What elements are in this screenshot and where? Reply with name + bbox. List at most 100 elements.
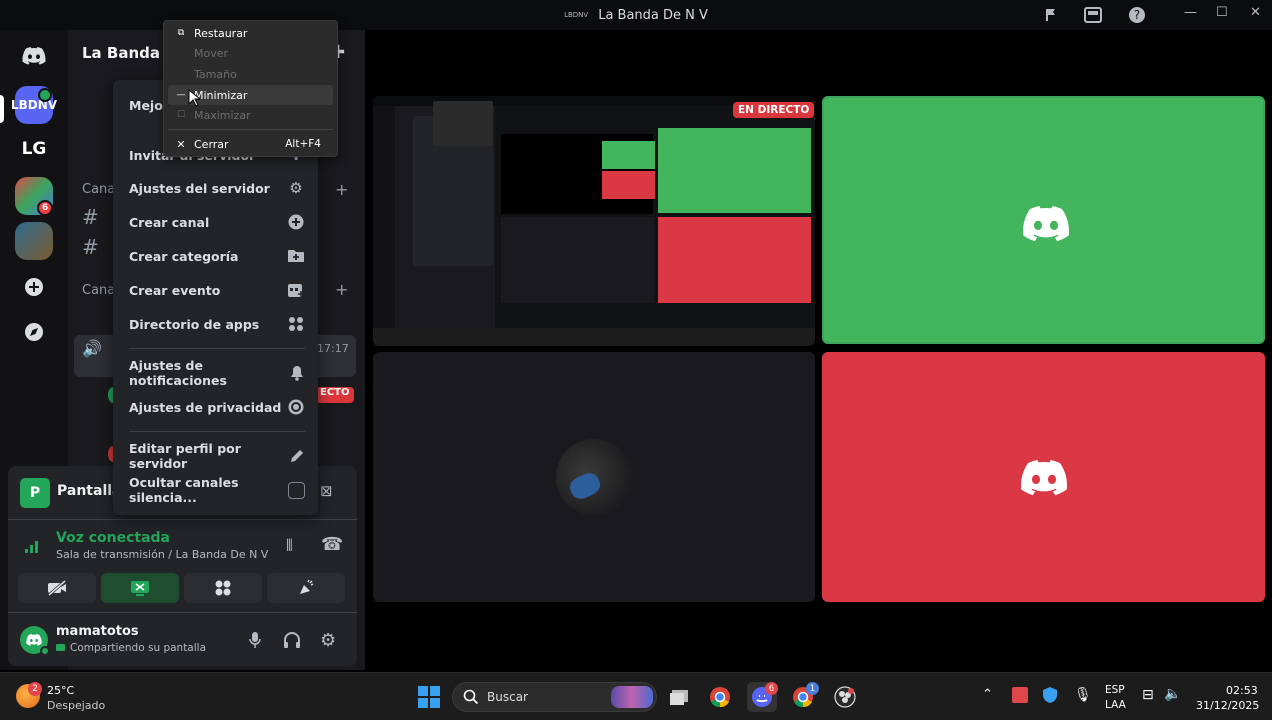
pencil-icon bbox=[289, 447, 305, 465]
calendar-plus-icon bbox=[287, 281, 305, 299]
menu-item-create-event[interactable]: Crear evento bbox=[129, 275, 305, 305]
nested-dark-tile bbox=[501, 217, 654, 303]
voice-channel-name[interactable]: Sala de transmisión / La Banda De N V bbox=[56, 548, 268, 561]
start-button[interactable] bbox=[414, 682, 444, 712]
nested-sysmenu bbox=[433, 101, 493, 146]
selected-indicator bbox=[0, 95, 4, 123]
stop-stream-icon[interactable]: ⊠ bbox=[320, 482, 333, 500]
text-channel-icon[interactable]: # bbox=[82, 235, 99, 259]
menu-item-hide-muted-channels[interactable]: Ocultar canales silencia... bbox=[129, 475, 305, 505]
checkbox-unchecked[interactable] bbox=[288, 481, 305, 499]
stream-preview-icon: P bbox=[20, 478, 50, 508]
sysmenu-label: Restaurar bbox=[194, 26, 248, 40]
avatar-detail bbox=[566, 469, 604, 503]
stream-label: Pantalla bbox=[57, 483, 122, 499]
gear-icon: ⚙ bbox=[289, 179, 303, 197]
voice-status[interactable]: Voz conectada bbox=[56, 530, 170, 546]
nested-green-tile bbox=[602, 141, 655, 169]
help-icon[interactable]: ? bbox=[1126, 4, 1148, 26]
screen-share-tile[interactable]: EN DIRECTO bbox=[373, 96, 815, 346]
amd-tray-icon[interactable] bbox=[1012, 687, 1028, 703]
participant-tile-green[interactable] bbox=[822, 96, 1265, 344]
menu-item-label: Crear categoría bbox=[129, 248, 239, 264]
stream-stage: EN DIRECTO bbox=[365, 30, 1272, 670]
live-badge: EN DIRECTO bbox=[733, 102, 815, 118]
settings-gear-icon[interactable]: ⚙ bbox=[320, 630, 336, 651]
guild-live-badge bbox=[38, 88, 52, 102]
username[interactable]: mamatotos bbox=[56, 624, 139, 639]
add-channel-icon[interactable]: + bbox=[335, 280, 348, 299]
windows-taskbar: 2 25°C Despejado Buscar 6 1 ⌃ 🎙 ESP LAA … bbox=[0, 672, 1272, 720]
text-channel-icon[interactable]: # bbox=[82, 205, 99, 229]
language-indicator[interactable]: ESP bbox=[1105, 684, 1125, 696]
discord-avatar-icon bbox=[1020, 460, 1068, 500]
obs-icon[interactable] bbox=[830, 682, 860, 712]
divider bbox=[8, 519, 357, 520]
apps-icon bbox=[287, 315, 305, 333]
keyboard-layout[interactable]: LAA bbox=[1105, 699, 1126, 711]
discord-home-button[interactable] bbox=[15, 37, 53, 75]
inbox-icon[interactable] bbox=[1082, 4, 1104, 26]
menu-item-label: Editar perfil por servidor bbox=[129, 441, 241, 471]
guild-label: LBDNV bbox=[10, 98, 58, 112]
connection-icon bbox=[24, 538, 42, 558]
menu-item-create-channel[interactable]: Crear canal bbox=[129, 207, 305, 237]
security-tray-icon[interactable] bbox=[1042, 686, 1058, 708]
menu-item-label: Ajustes de privacidad bbox=[129, 399, 282, 415]
menu-item-app-directory[interactable]: Directorio de apps bbox=[129, 309, 305, 339]
guild-mention-badge: 6 bbox=[37, 200, 53, 216]
sysmenu-close[interactable]: ✕ Cerrar Alt+F4 bbox=[168, 134, 333, 154]
noise-suppression-icon[interactable]: ⫴ bbox=[286, 536, 293, 556]
menu-item-edit-server-profile[interactable]: Editar perfil por servidor bbox=[129, 441, 305, 471]
menu-item-privacy-settings[interactable]: Ajustes de privacidad bbox=[129, 392, 305, 422]
disconnect-icon[interactable]: ☎ bbox=[321, 534, 343, 555]
headphones-icon[interactable] bbox=[283, 631, 301, 653]
screen-share-button[interactable] bbox=[101, 573, 179, 603]
camera-off-button[interactable] bbox=[18, 573, 96, 603]
discord-badge: 6 bbox=[765, 682, 778, 695]
taskbar-search[interactable]: Buscar bbox=[452, 682, 657, 712]
weather-desc[interactable]: Despejado bbox=[47, 699, 105, 712]
add-circle-icon bbox=[287, 213, 305, 231]
divider bbox=[168, 129, 333, 130]
microphone-icon[interactable] bbox=[248, 631, 262, 653]
menu-item-label: Crear evento bbox=[129, 282, 221, 298]
close-icon: ✕ bbox=[176, 137, 186, 151]
clock-date[interactable]: 31/12/2025 bbox=[1196, 699, 1259, 712]
folder-plus-icon bbox=[287, 247, 305, 265]
discover-button[interactable] bbox=[15, 313, 53, 351]
shield-icon bbox=[287, 398, 305, 416]
chevron-up-icon[interactable]: ⌃ bbox=[982, 687, 993, 702]
window-title-text: La Banda De N V bbox=[598, 7, 708, 23]
weather-badge: 2 bbox=[28, 682, 42, 696]
svg-text:?: ? bbox=[1134, 8, 1140, 22]
participant-tile-avatar[interactable] bbox=[373, 352, 815, 602]
guild-lg[interactable]: LG bbox=[15, 130, 53, 168]
add-channel-icon[interactable]: + bbox=[335, 180, 348, 199]
maximize-window-button[interactable]: ☐ bbox=[1216, 5, 1228, 20]
volume-icon[interactable]: 🔈 bbox=[1164, 686, 1181, 702]
add-server-button[interactable] bbox=[15, 268, 53, 306]
activities-button[interactable] bbox=[184, 573, 262, 603]
close-window-button[interactable]: ✕ bbox=[1250, 5, 1261, 20]
clock-time[interactable]: 02:53 bbox=[1226, 684, 1258, 697]
menu-item-notification-settings[interactable]: Ajustes de notificaciones bbox=[129, 358, 305, 388]
menu-item-server-settings[interactable]: Ajustes del servidor ⚙ bbox=[129, 173, 305, 203]
menu-item-create-category[interactable]: Crear categoría bbox=[129, 241, 305, 271]
soundboard-button[interactable] bbox=[267, 573, 345, 603]
task-view-icon[interactable] bbox=[665, 682, 695, 712]
nested-green-tile bbox=[658, 128, 811, 213]
guild-avatar[interactable] bbox=[15, 222, 53, 260]
sysmenu-restore[interactable]: ⧉ Restaurar bbox=[168, 23, 333, 43]
weather-temp[interactable]: 25°C bbox=[47, 684, 74, 697]
network-icon[interactable]: ⊟ bbox=[1142, 687, 1154, 703]
divider bbox=[129, 431, 305, 432]
minimize-window-button[interactable]: — bbox=[1184, 5, 1197, 20]
nested-red-tile bbox=[602, 171, 655, 199]
chrome-icon[interactable] bbox=[705, 682, 735, 712]
pin-icon[interactable] bbox=[1040, 4, 1062, 26]
microphone-tray-icon[interactable]: 🎙 bbox=[1074, 687, 1092, 703]
menu-item-label: Ajustes de notificaciones bbox=[129, 358, 227, 388]
menu-item-label: Ajustes del servidor bbox=[129, 180, 270, 196]
participant-tile-red[interactable] bbox=[822, 352, 1265, 602]
